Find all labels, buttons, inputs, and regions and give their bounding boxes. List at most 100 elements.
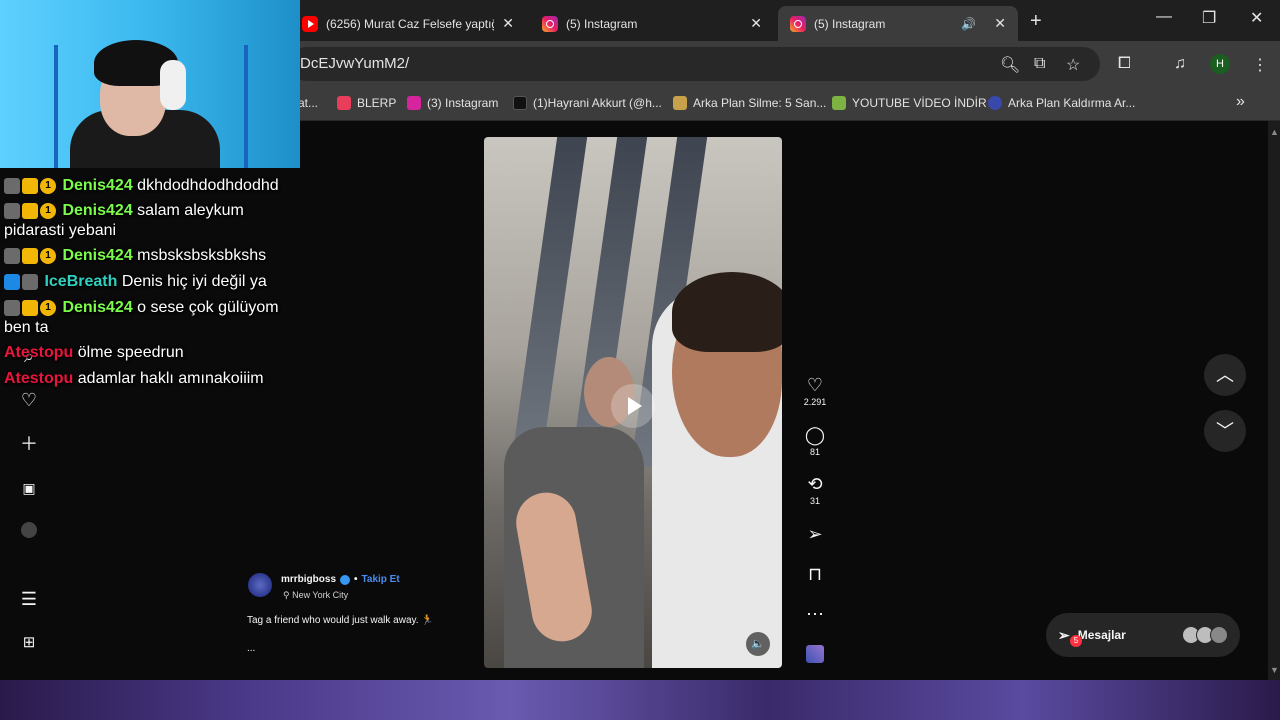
chat-message: 1 Denis424 msbsksbsksbkshs xyxy=(4,246,300,266)
profile-avatar-icon[interactable] xyxy=(18,521,40,543)
chevron-up-icon: ︿ xyxy=(1216,365,1234,385)
like-button[interactable]: ♡ 2.291 xyxy=(800,375,830,407)
chat-message: 1 Denis424 salam aleykum pidarasti yeban… xyxy=(4,201,300,241)
led-light xyxy=(54,45,58,168)
close-icon[interactable]: ✕ xyxy=(502,15,514,32)
layers-icon xyxy=(673,96,687,110)
chat-message: IceBreath Denis hiç iyi değil ya xyxy=(4,272,300,292)
bookmark-item[interactable]: Arka Plan Kaldırma Ar... xyxy=(988,96,1135,110)
more-options-button[interactable]: ⋯ xyxy=(800,604,830,624)
close-window-button[interactable]: ✕ xyxy=(1250,8,1263,28)
post-location[interactable]: ⚲ New York City xyxy=(283,590,348,601)
bookmark-item[interactable]: (3) Instagram xyxy=(407,96,498,110)
audio-icon[interactable]: 🔈 xyxy=(746,632,770,656)
speaker-icon[interactable]: 🔊 xyxy=(961,17,976,31)
messages-button[interactable]: ➢ 5 Mesajlar xyxy=(1046,613,1240,657)
chat-text: adamlar haklı amınakoiiim xyxy=(77,370,264,387)
comment-button[interactable]: ◯ 81 xyxy=(800,425,830,457)
repost-count: 31 xyxy=(809,496,820,506)
bookmark-item[interactable]: YOUTUBE VİDEO İNDİR xyxy=(832,96,987,110)
close-icon[interactable]: ✕ xyxy=(994,15,1006,32)
tab-youtube[interactable]: (6256) Murat Caz Felsefe yaptığı e ✕ xyxy=(290,6,526,41)
crown-icon xyxy=(22,177,38,194)
next-reel-button[interactable]: ﹀ xyxy=(1204,410,1246,452)
crown-icon xyxy=(22,299,38,316)
download-icon xyxy=(832,96,846,110)
badge-icon xyxy=(4,177,20,194)
maximize-button[interactable]: ❐ xyxy=(1202,8,1216,28)
chat-text: Denis hiç iyi değil ya xyxy=(121,273,267,291)
chat-username: IceBreath xyxy=(44,273,118,291)
repost-icon: ⟲ xyxy=(807,474,823,494)
address-bar[interactable]: DcEJvwYumM2/ xyxy=(290,47,1100,81)
webcam-overlay xyxy=(0,0,300,168)
bookmark-item[interactable]: Arka Plan Silme: 5 San... xyxy=(673,96,826,110)
share-button[interactable]: ➢ xyxy=(800,524,830,544)
blerp-icon xyxy=(337,96,351,110)
close-icon[interactable]: ✕ xyxy=(750,15,762,32)
desktop-background xyxy=(0,680,1280,720)
tab-instagram-1[interactable]: (5) Instagram ✕ xyxy=(530,6,774,41)
media-controls-icon[interactable]: ♫ xyxy=(1174,55,1186,73)
bookmark-item[interactable]: BLERP xyxy=(337,96,396,110)
badge-icon xyxy=(4,247,20,264)
chevron-down-icon: ﹀ xyxy=(1216,421,1234,441)
subscriber-badge: 1 xyxy=(40,177,56,194)
message-avatars xyxy=(1182,626,1228,644)
previous-reel-button[interactable]: ︿ xyxy=(1204,354,1246,396)
profile-avatar[interactable]: H xyxy=(1210,54,1230,74)
bookmark-item[interactable]: (1)Hayrani Akkurt (@h... xyxy=(513,96,662,110)
like-count: 2.291 xyxy=(803,397,827,407)
chat-username: Atestopu xyxy=(4,370,74,387)
messenger-icon: ➢ xyxy=(1058,626,1070,643)
scroll-up-arrow[interactable]: ▲ xyxy=(1270,127,1279,137)
audio-thumbnail[interactable] xyxy=(800,645,830,668)
also-from-meta-icon[interactable]: ⊞ xyxy=(18,632,40,654)
repost-button[interactable]: ⟲ 31 xyxy=(800,474,830,506)
extensions-icon[interactable]: ⧠ xyxy=(1118,55,1131,73)
caption-more[interactable]: ... xyxy=(247,643,255,654)
tab-instagram-active[interactable]: (5) Instagram 🔊 ✕ xyxy=(778,6,1018,41)
page-scrollbar[interactable]: ▲ ▼ xyxy=(1268,121,1280,680)
messages-badge: 5 xyxy=(1070,635,1082,647)
author-row: mrrbigboss • Takip Et xyxy=(281,574,400,585)
save-button[interactable]: ⊓ xyxy=(800,564,830,584)
bookmark-item[interactable]: at... xyxy=(298,96,318,110)
play-icon[interactable] xyxy=(611,384,655,428)
badge-icon xyxy=(4,202,20,219)
tab-title: (5) Instagram xyxy=(566,16,638,31)
bookmark-icon: ⊓ xyxy=(807,564,823,584)
reel-video[interactable]: 🔈 xyxy=(484,137,782,668)
subscriber-badge: 1 xyxy=(40,202,56,219)
dashboard-icon[interactable]: ▣ xyxy=(18,477,40,499)
crown-icon xyxy=(22,247,38,264)
remove-bg-icon xyxy=(988,96,1002,110)
scroll-down-arrow[interactable]: ▼ xyxy=(1270,665,1279,675)
new-tab-button[interactable]: + xyxy=(1030,10,1042,33)
tab-title: (6256) Murat Caz Felsefe yaptığı e xyxy=(326,16,495,31)
tab-title: (5) Instagram xyxy=(814,16,886,31)
menu-icon[interactable]: ⋮ xyxy=(1252,55,1268,75)
address-text: DcEJvwYumM2/ xyxy=(300,55,410,72)
location-pin-icon: ⚲ xyxy=(283,590,293,600)
zoom-icon[interactable]: 🔍︎ xyxy=(1000,55,1020,75)
subscriber-badge: 1 xyxy=(40,247,56,264)
badge-icon xyxy=(22,273,38,290)
chat-username: Denis424 xyxy=(62,299,133,317)
screen: { "browser": { "tabs": [ {"title": "(625… xyxy=(0,0,1280,720)
more-menu-icon[interactable]: ☰ xyxy=(18,588,40,610)
minimize-button[interactable]: — xyxy=(1156,8,1172,26)
notifications-heart-icon[interactable]: ♡ xyxy=(18,389,40,411)
bookmark-star-icon[interactable]: ☆ xyxy=(1066,55,1080,75)
youtube-icon xyxy=(302,15,318,32)
follow-button[interactable]: Takip Et xyxy=(362,574,400,585)
create-plus-icon[interactable]: ＋ xyxy=(18,433,40,455)
chat-text: dkhdodhdodhdodhd xyxy=(137,177,279,195)
chat-text: ölme speedrun xyxy=(77,344,184,361)
bookmarks-overflow-button[interactable]: » xyxy=(1236,93,1245,111)
led-light xyxy=(244,45,248,168)
install-app-icon[interactable]: ⧉ xyxy=(1034,55,1045,73)
chat-message: Atestopu adamlar haklı amınakoiiim xyxy=(4,369,300,389)
author-avatar[interactable] xyxy=(248,573,272,597)
author-username[interactable]: mrrbigboss xyxy=(281,574,336,585)
